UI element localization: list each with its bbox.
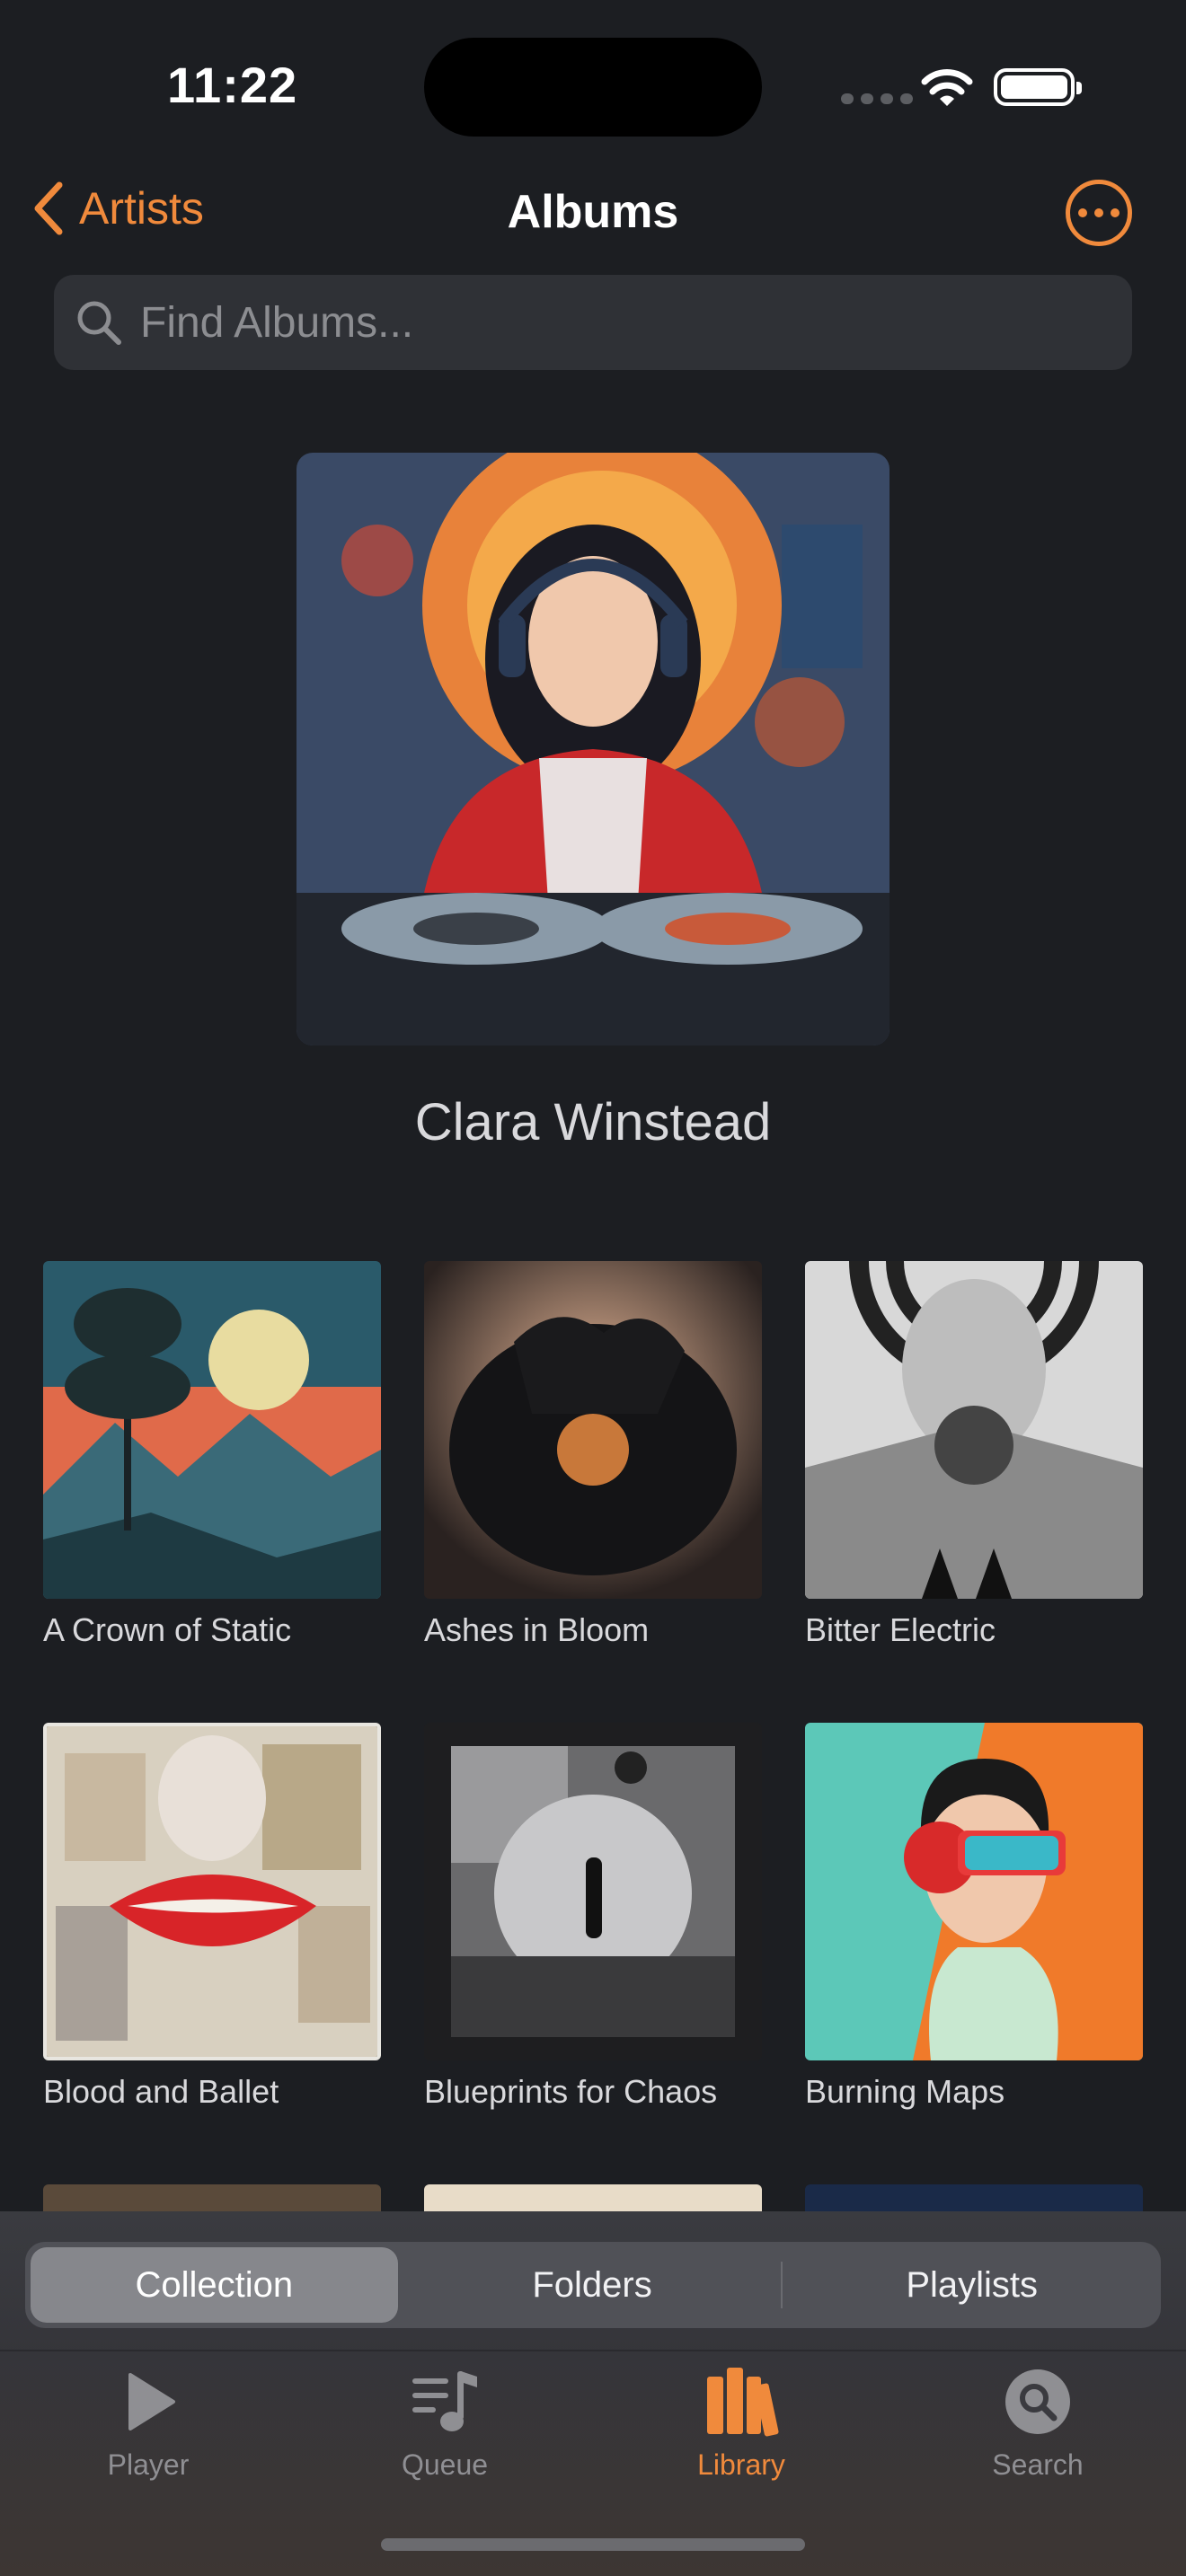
library-segmented-control: Collection Folders Playlists [25,2242,1161,2328]
wifi-icon [921,69,973,106]
status-time: 11:22 [167,57,298,113]
segment-playlists[interactable]: Playlists [788,2247,1155,2323]
album-item[interactable]: Ashes in Bloom [424,1261,762,1649]
artist-name: Clara Winstead [414,1093,772,1151]
album-item[interactable]: Blood and Ballet [43,1723,381,2111]
search-bar[interactable] [54,275,1132,370]
album-item[interactable]: A Crown of Static [43,1261,381,1649]
ellipsis-dot [1094,208,1103,217]
search-icon [77,301,121,345]
album-title: Blueprints for Chaos [424,2073,718,2110]
cellular-signal-icon [841,93,913,104]
search-icon [1005,2369,1070,2434]
album-title: Blood and Ballet [43,2073,279,2110]
album-cover[interactable] [424,1261,762,1599]
tab-label: Search [992,2448,1084,2481]
album-cover[interactable] [43,1723,381,2060]
tabbar-divider [0,2350,1186,2351]
tab-label: Library [697,2448,785,2481]
tab-label: Player [107,2448,190,2481]
album-title: Ashes in Bloom [424,1611,650,1648]
tab-player[interactable]: Player [0,2364,296,2482]
album-title: Bitter Electric [805,1611,996,1648]
page-title: Albums [507,186,679,238]
album-title: Burning Maps [805,2073,1005,2110]
ellipsis-dot [1111,208,1120,217]
album-cover[interactable] [424,1723,762,2060]
album-cover[interactable] [43,1261,381,1599]
tab-search[interactable]: Search [890,2364,1186,2482]
tab-library[interactable]: Library [593,2364,890,2482]
tab-queue[interactable]: Queue [296,2364,593,2482]
album-item[interactable]: Burning Maps [805,1723,1143,2111]
search-input[interactable] [140,297,1093,348]
home-indicator[interactable] [381,2538,805,2551]
album-item[interactable]: Bitter Electric [805,1261,1143,1649]
albums-screen: 11:22 Artists Albums Find Albums... Clar… [0,0,1186,2576]
tab-bar: Player Queue Library Search [0,2364,1186,2482]
more-options-button[interactable] [1066,180,1132,246]
tab-label: Queue [401,2448,489,2481]
library-icon [707,2368,779,2437]
battery-icon [994,68,1082,106]
segment-divider [781,2262,783,2308]
ellipsis-icon [1078,208,1087,217]
segment-collection[interactable]: Collection [31,2247,398,2323]
queue-icon [412,2371,477,2431]
dynamic-island [424,38,762,137]
segment-folders[interactable]: Folders [409,2247,776,2323]
play-icon [128,2373,175,2430]
album-cover[interactable] [805,1723,1143,2060]
album-cover[interactable] [805,1261,1143,1599]
artist-artwork[interactable] [296,453,890,1045]
bottom-panel: Collection Folders Playlists Player Queu… [0,2211,1186,2576]
album-title: A Crown of Static [43,1611,292,1648]
album-item[interactable]: Blueprints for Chaos [424,1723,762,2111]
